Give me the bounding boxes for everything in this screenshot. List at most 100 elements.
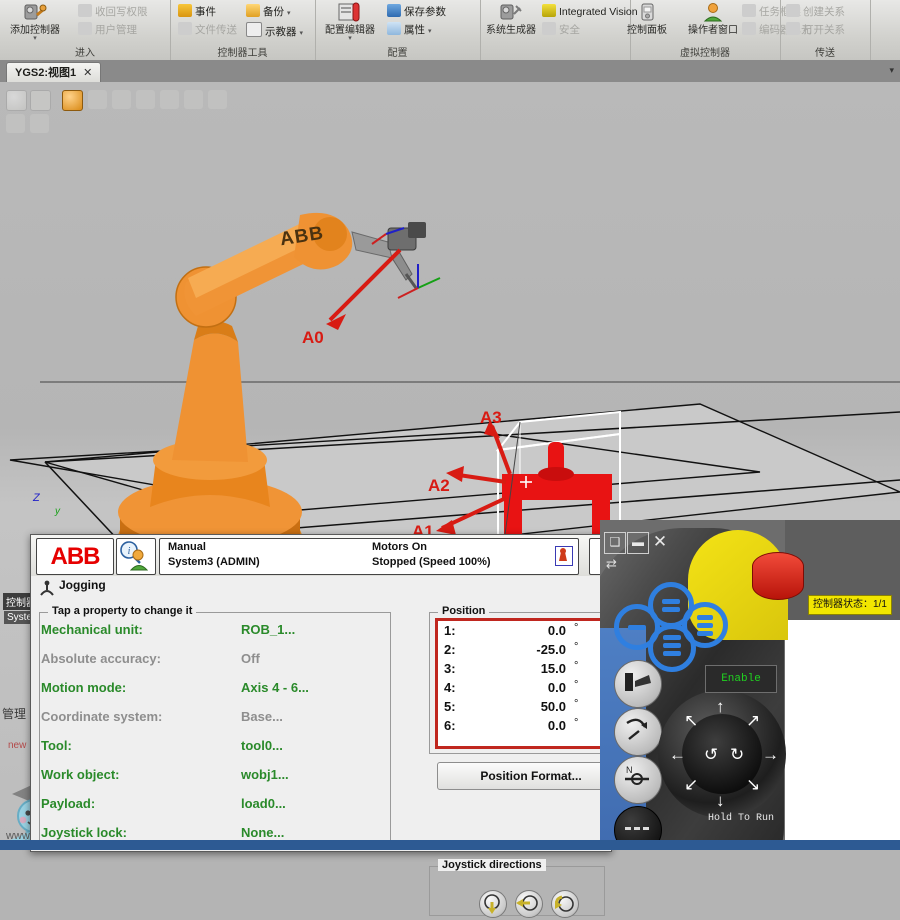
file-transfer-button[interactable]: 文件传送 xyxy=(178,22,237,39)
events-button[interactable]: 事件 xyxy=(178,4,216,21)
create-relation-label: 创建关系 xyxy=(803,6,845,18)
backup-caret-icon[interactable]: ▾ xyxy=(287,10,291,17)
ribbon-group-access: 添加控制器 ▾ 收回写权限 用户管理 进入 xyxy=(0,0,171,60)
property-row-mechanical-unit[interactable]: Mechanical unit: ROB_1... xyxy=(41,622,371,651)
property-row-motion-mode[interactable]: Motion mode: Axis 4 - 6... xyxy=(41,680,371,709)
pendant-swap-icon[interactable]: ⇄ xyxy=(606,556,617,572)
property-value: None... xyxy=(241,825,284,840)
flexpendant-header: ABB i Manual System3 (ADMIN) Motors On S… xyxy=(31,535,611,576)
simulation-stop-icon[interactable] xyxy=(30,114,49,133)
axis-unit: ° xyxy=(574,622,578,634)
task-frame-icon xyxy=(742,4,756,17)
tab-ygs2-view1[interactable]: YGS2:视图1 ✕ xyxy=(6,62,101,83)
status-bar[interactable]: Manual System3 (ADMIN) Motors On Stopped… xyxy=(159,538,579,575)
key-bar xyxy=(662,607,680,612)
pendant-minimize-icon[interactable]: ▬ xyxy=(627,532,649,554)
axis-unit: ° xyxy=(574,679,578,691)
flexpendant-jogging-dialog[interactable]: ABB i Manual System3 (ADMIN) Motors On S… xyxy=(30,534,612,852)
teach-pendant-button[interactable]: 示教器▾ xyxy=(246,22,303,39)
view-path-icon[interactable] xyxy=(208,90,227,109)
backup-label: 备份 xyxy=(263,6,284,18)
tab-close-icon[interactable]: ✕ xyxy=(83,67,92,79)
property-value: ROB_1... xyxy=(241,622,295,637)
view-measure-icon[interactable] xyxy=(88,90,107,109)
axis-unit: ° xyxy=(574,641,578,653)
dock-item-new[interactable]: new xyxy=(8,740,26,751)
tab-label: YGS2:视图1 xyxy=(15,67,76,79)
property-row-work-object[interactable]: Work object: wobj1... xyxy=(41,767,371,796)
revoke-write-label: 收回写权限 xyxy=(95,6,148,18)
control-panel-button[interactable]: 控制面板 xyxy=(614,1,680,36)
axis-unit: ° xyxy=(574,698,578,710)
pendant-maximize-icon[interactable]: ❑ xyxy=(604,532,626,554)
view-fit-icon[interactable] xyxy=(30,90,51,111)
axis-value: 50.0 xyxy=(478,699,566,714)
pendant-button-rotate[interactable] xyxy=(614,708,662,756)
user-manage-icon xyxy=(78,22,92,35)
view-render-icon[interactable] xyxy=(62,90,83,111)
view-pan-icon[interactable] xyxy=(160,90,179,109)
joystick-arrow-right-icon: → xyxy=(762,746,779,763)
ribbon-group-configuration-title: 配置 xyxy=(315,44,480,59)
property-row-absolute-accuracy[interactable]: Absolute accuracy: Off xyxy=(41,651,371,680)
view-rotate-icon[interactable] xyxy=(136,90,155,109)
add-controller-icon xyxy=(22,1,48,25)
pendant-button-motors[interactable] xyxy=(614,660,662,708)
emergency-stop-button[interactable] xyxy=(752,552,804,600)
status-run: Stopped (Speed 100%) xyxy=(372,556,491,568)
revoke-write-access-button[interactable]: 收回写权限 xyxy=(78,4,148,21)
property-value: tool0... xyxy=(241,738,283,753)
tab-dropdown-icon[interactable]: ▾ xyxy=(889,65,894,76)
add-controller-caret-icon[interactable]: ▾ xyxy=(2,36,68,42)
pendant-close-icon[interactable]: ✕ xyxy=(650,532,670,552)
property-key: Coordinate system: xyxy=(41,709,162,724)
ribbon-group-controller-tools-title: 控制器工具 xyxy=(170,44,315,59)
add-controller-button[interactable]: 添加控制器 ▾ xyxy=(2,1,68,42)
property-row-tool[interactable]: Tool: tool0... xyxy=(41,738,371,767)
simulation-play-icon[interactable] xyxy=(6,114,25,133)
property-value: load0... xyxy=(241,796,286,811)
ribbon-group-virtual-controller: 控制面板 操作者窗口 任务框架 编码器单元 虚拟控制器 xyxy=(630,0,781,60)
properties-caret-icon[interactable]: ▾ xyxy=(428,28,432,35)
joystick-direction-3-icon xyxy=(551,890,579,918)
annotation-a3: A3 xyxy=(480,408,502,428)
joystick-arrow-downright-icon: ↘ xyxy=(746,776,760,793)
joystick-arrow-up-icon: ↑ xyxy=(716,698,725,715)
teachpendant-caret-icon[interactable]: ▾ xyxy=(300,30,304,37)
teach-pendant-image[interactable]: ❑ ▬ ✕ ⇄ N ↑ ↓ ← → ↖ ↗ ↙ ↘ ↺ ↻ xyxy=(600,520,900,850)
quickset-info-button[interactable]: i xyxy=(116,538,156,575)
view-select-icon[interactable] xyxy=(6,90,27,111)
safety-icon xyxy=(542,22,556,35)
save-params-icon xyxy=(387,4,401,17)
dock-item-manage[interactable]: 管理 xyxy=(2,705,26,722)
pendant-button-stepmode[interactable]: N xyxy=(614,756,662,804)
axis-y-label: y xyxy=(55,506,60,517)
view-zoom-icon[interactable] xyxy=(184,90,203,109)
system-builder-button[interactable]: 系统生成器 xyxy=(478,1,544,36)
view-snap-icon[interactable] xyxy=(112,90,131,109)
joystick-direction-2-icon xyxy=(515,890,543,918)
joystick-arrow-left-icon: ← xyxy=(669,746,686,763)
save-parameters-button[interactable]: 保存参数 xyxy=(387,4,446,21)
key-bar xyxy=(628,625,646,630)
config-editor-button[interactable]: 配置编辑器 ▾ xyxy=(317,1,383,42)
save-params-label: 保存参数 xyxy=(404,6,446,18)
safety-button[interactable]: 安全 xyxy=(542,22,580,39)
property-key: Work object: xyxy=(41,767,120,782)
property-row-coordinate-system[interactable]: Coordinate system: Base... xyxy=(41,709,371,738)
config-editor-caret-icon[interactable]: ▾ xyxy=(317,36,383,42)
backup-button[interactable]: 备份▾ xyxy=(246,4,291,21)
property-row-payload[interactable]: Payload: load0... xyxy=(41,796,371,825)
axis-label: 6: xyxy=(444,718,456,733)
pendant-backdrop-white xyxy=(785,620,900,850)
axis-value: 15.0 xyxy=(478,661,566,676)
encoder-unit-icon xyxy=(742,22,756,35)
open-relation-button[interactable]: 打开关系 xyxy=(786,22,845,39)
properties-button[interactable]: 属性▾ xyxy=(387,22,432,39)
flexpendant-body: Tap a property to change it Mechanical u… xyxy=(31,598,611,851)
operator-window-button[interactable]: 操作者窗口 xyxy=(680,1,746,36)
user-management-button[interactable]: 用户管理 xyxy=(78,22,137,39)
properties-label: 属性 xyxy=(404,24,425,36)
create-relation-button[interactable]: 创建关系 xyxy=(786,4,845,21)
position-format-button[interactable]: Position Format... xyxy=(437,762,625,790)
